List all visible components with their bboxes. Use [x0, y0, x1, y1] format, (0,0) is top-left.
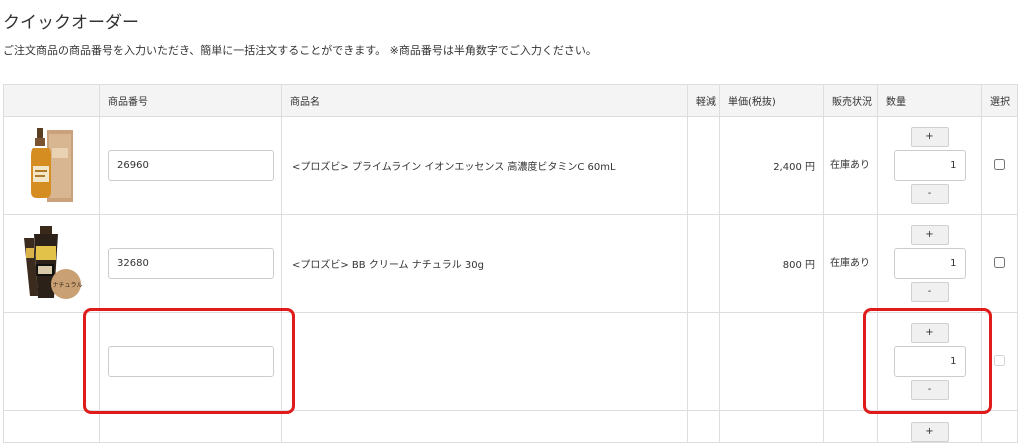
serum-bottle-icon	[30, 127, 73, 202]
quantity-decrease-button[interactable]: -	[910, 282, 949, 302]
header-name: 商品名	[281, 84, 688, 117]
stock-status: 在庫あり	[823, 214, 878, 313]
quantity-stepper: + -	[893, 225, 966, 302]
stock-status	[823, 312, 878, 411]
reduced-tax-cell	[687, 410, 720, 443]
reduced-tax-cell	[687, 214, 720, 313]
page-title: クイックオーダー	[3, 13, 139, 33]
reduced-tax-cell	[687, 116, 720, 215]
product-image-cell	[3, 410, 100, 443]
header-reduced: 軽減	[687, 84, 720, 117]
bb-cream-tube-icon	[23, 225, 81, 299]
table-row: ナチュラル <プロズビ> BB クリーム ナチュラル 30g 800 円 在庫あ…	[3, 214, 1018, 313]
unit-price: 800 円	[719, 214, 824, 313]
header-image	[3, 84, 100, 117]
quantity-input[interactable]	[893, 150, 966, 181]
quantity-increase-button[interactable]: +	[910, 127, 949, 147]
quantity-decrease-button[interactable]: -	[910, 380, 949, 400]
select-checkbox[interactable]	[994, 354, 1005, 366]
quick-order-table: 商品番号 商品名 軽減 単価(税抜) 販売状況 数量 選択 26960 <プロズ…	[3, 84, 1018, 443]
header-price: 単価(税抜)	[719, 84, 824, 117]
stock-status: 在庫あり	[823, 116, 878, 215]
unit-price: 2,400 円	[719, 116, 824, 215]
shade-label: ナチュラル	[52, 281, 83, 289]
quantity-increase-button[interactable]: +	[910, 323, 949, 343]
header-code: 商品番号	[99, 84, 282, 117]
select-cell	[981, 214, 1018, 313]
intro-text: ご注文商品の商品番号を入力いただき、簡単に一括注文することができます。 ※商品番…	[3, 44, 597, 57]
select-cell	[981, 312, 1018, 411]
quantity-decrease-button[interactable]: -	[910, 184, 949, 204]
product-thumbnail: ナチュラル	[20, 224, 84, 304]
table-row: + -	[3, 312, 1018, 411]
select-cell	[981, 410, 1018, 443]
product-image-cell	[3, 116, 100, 215]
product-code-cell	[99, 116, 282, 215]
product-name	[281, 312, 688, 411]
quantity-increase-button[interactable]: +	[910, 422, 949, 442]
quantity-stepper: +	[894, 411, 966, 442]
reduced-tax-cell	[687, 312, 720, 411]
table-row: <プロズビ> プライムライン イオンエッセンス 高濃度ビタミンC 60mL 2,…	[3, 116, 1018, 215]
quantity-cell: + -	[877, 214, 982, 313]
header-status: 販売状況	[823, 84, 878, 117]
quantity-cell: + -	[877, 312, 982, 411]
stock-status-cell	[823, 410, 878, 443]
product-code-input[interactable]	[108, 248, 274, 279]
table-row: +	[3, 410, 1018, 443]
unit-price	[719, 312, 824, 411]
product-name: <プロズビ> BB クリーム ナチュラル 30g	[281, 214, 688, 313]
product-code-cell	[99, 410, 282, 443]
product-image-cell: ナチュラル	[3, 214, 100, 313]
product-code-cell	[99, 312, 282, 411]
header-select: 選択	[981, 84, 1018, 117]
product-name-cell	[281, 410, 688, 443]
unit-price-cell	[719, 410, 824, 443]
select-checkbox[interactable]	[994, 158, 1005, 170]
quantity-input[interactable]	[893, 248, 966, 279]
quantity-cell: +	[877, 410, 982, 443]
quantity-cell: + -	[877, 116, 982, 215]
product-name: <プロズビ> プライムライン イオンエッセンス 高濃度ビタミンC 60mL	[281, 116, 688, 215]
quantity-stepper: + -	[893, 323, 966, 400]
product-code-input[interactable]	[108, 150, 274, 181]
table-header-row: 商品番号 商品名 軽減 単価(税抜) 販売状況 数量 選択	[3, 84, 1018, 117]
quantity-input[interactable]	[893, 346, 966, 377]
product-image-cell	[3, 312, 100, 411]
quantity-increase-button[interactable]: +	[910, 225, 949, 245]
select-cell	[981, 116, 1018, 215]
product-code-input[interactable]	[108, 346, 274, 377]
product-code-cell	[99, 214, 282, 313]
header-qty: 数量	[877, 84, 982, 117]
quantity-stepper: + -	[893, 127, 966, 204]
select-checkbox[interactable]	[994, 256, 1005, 268]
